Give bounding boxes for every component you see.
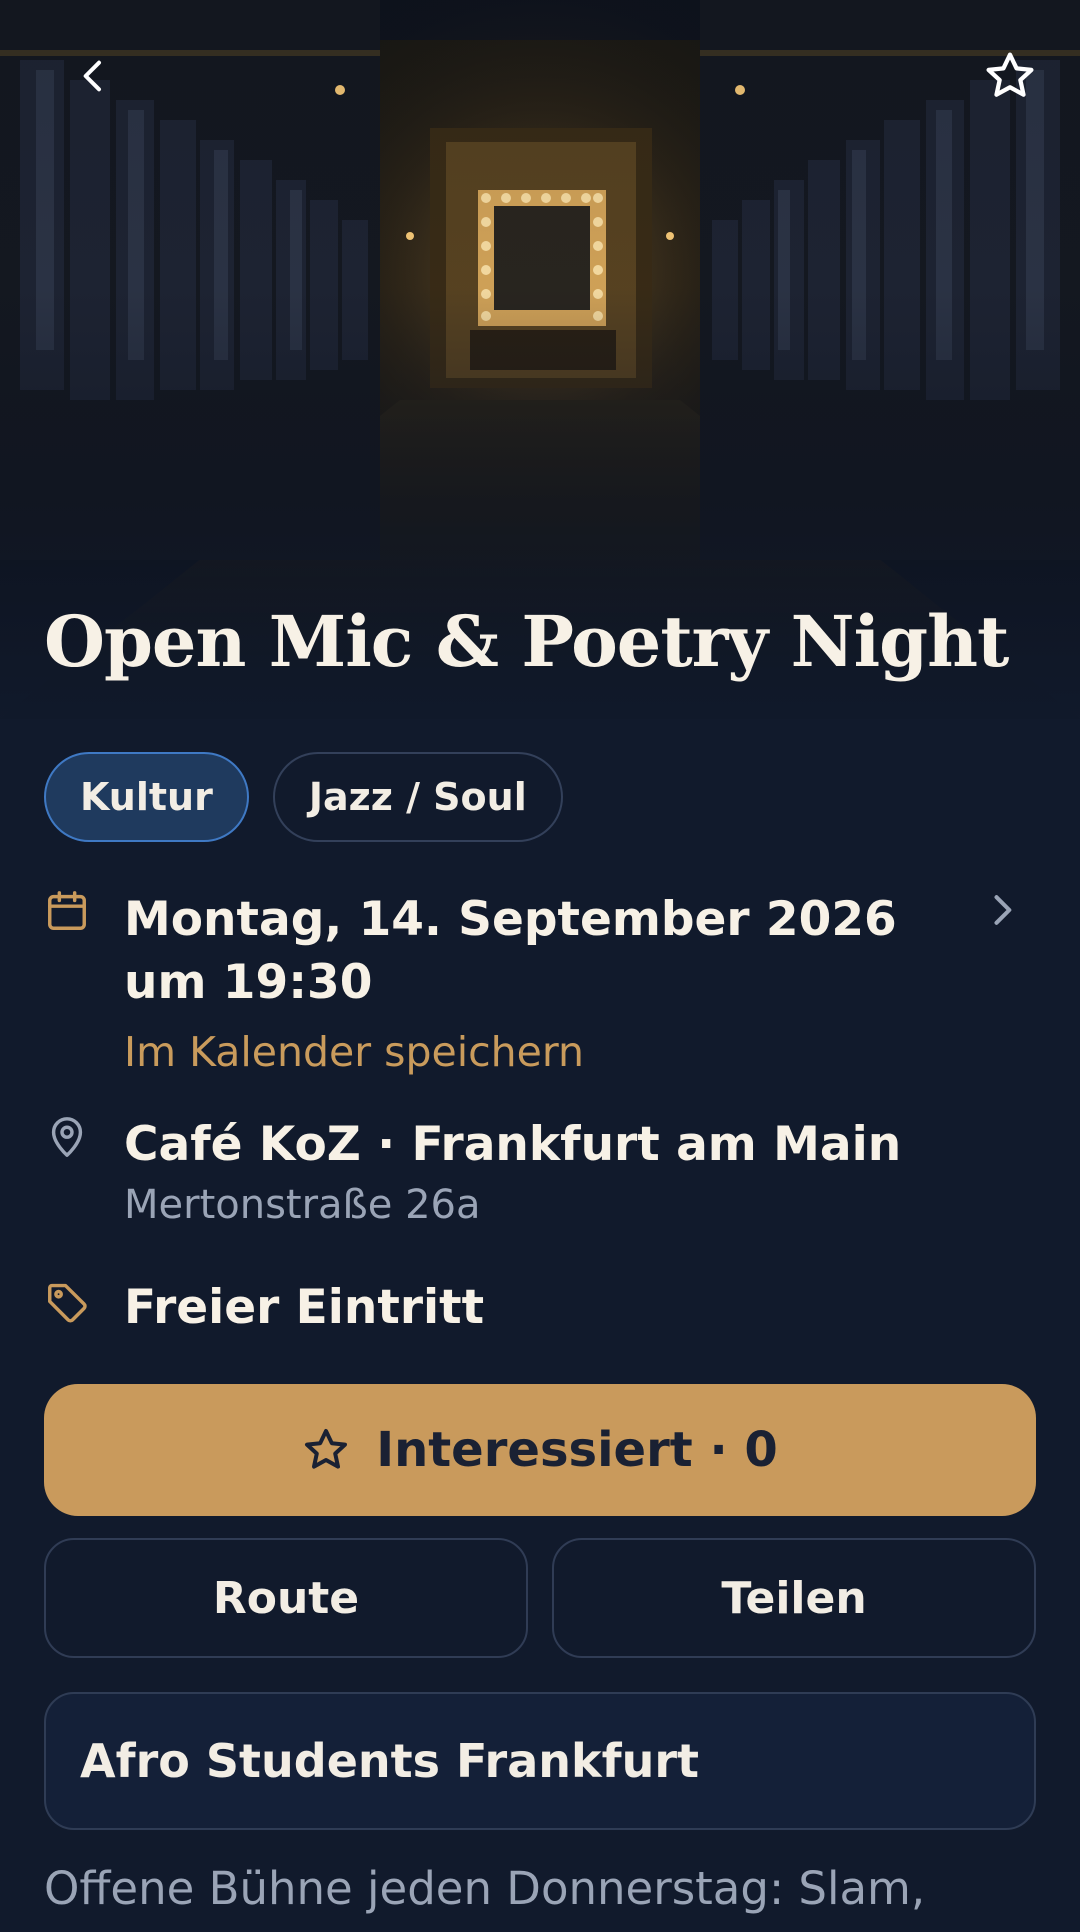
star-outline-icon [305, 1429, 348, 1469]
calendar-icon [48, 891, 86, 930]
organizer-card[interactable]: Afro Students Frankfurt [44, 1692, 1036, 1830]
date-row[interactable]: Montag, 14. September 2026 um 19:30 Im K… [44, 888, 1036, 1078]
price-label: Freier Eintritt [124, 1280, 485, 1335]
back-button[interactable] [62, 44, 126, 108]
interested-button[interactable]: Interessiert · 0 [44, 1384, 1036, 1516]
chevron-left-icon [83, 60, 101, 92]
event-title: Open Mic & Poetry Night [44, 600, 1009, 683]
share-button[interactable]: Teilen [552, 1538, 1036, 1658]
tag-icon [48, 1283, 87, 1323]
venue-address: Mertonstraße 26a [124, 1182, 481, 1228]
location-row[interactable]: Café KoZ · Frankfurt am Main Mertonstraß… [44, 1114, 1036, 1244]
tag-chips: Kultur Jazz / Soul [44, 752, 563, 842]
tag-chip-jazz-soul[interactable]: Jazz / Soul [272, 752, 563, 842]
star-outline-icon [986, 52, 1034, 97]
interested-label: Interessiert · 0 [376, 1422, 778, 1478]
favorite-button[interactable] [978, 44, 1042, 108]
event-date: Montag, 14. September 2026 um 19:30 [124, 892, 897, 1010]
map-pin-icon [51, 1117, 83, 1157]
hero-image: Open Mic & Poetry Night [0, 0, 1080, 719]
price-row: Freier Eintritt [44, 1280, 1036, 1350]
chevron-right-icon [994, 895, 1012, 925]
venue-name: Café KoZ · Frankfurt am Main [124, 1117, 902, 1172]
save-to-calendar-link[interactable]: Im Kalender speichern [124, 1028, 1036, 1076]
event-description: Offene Bühne jeden Donnerstag: Slam, [44, 1862, 926, 1915]
organizer-name: Afro Students Frankfurt [80, 1734, 700, 1788]
tag-chip-kultur[interactable]: Kultur [44, 752, 249, 842]
route-button[interactable]: Route [44, 1538, 528, 1658]
